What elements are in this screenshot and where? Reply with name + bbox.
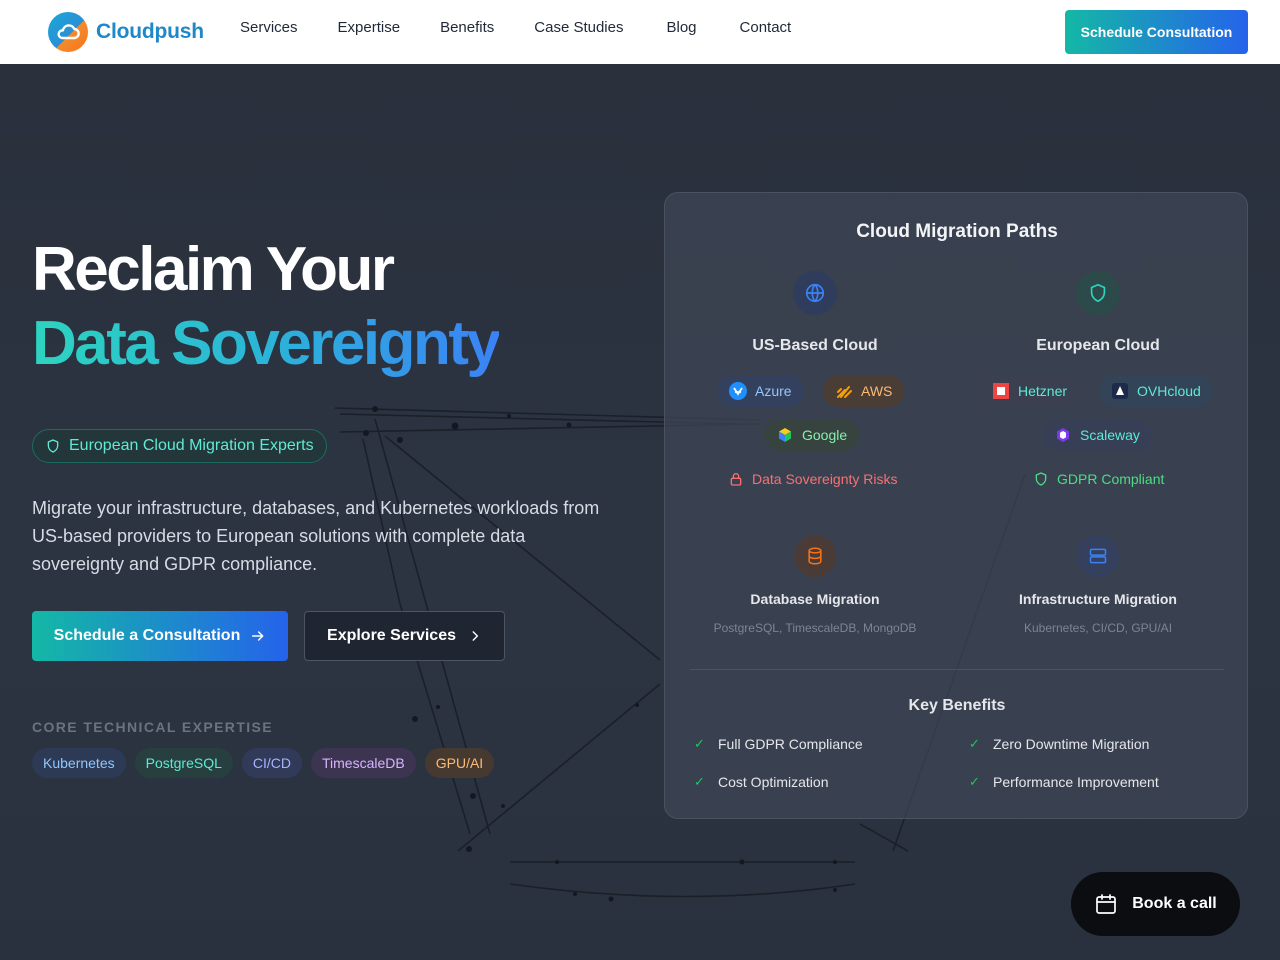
benefit-item: ✓ Zero Downtime Migration bbox=[969, 736, 1149, 752]
us-cloud-title: US-Based Cloud bbox=[752, 337, 878, 354]
nav-link-contact[interactable]: Contact bbox=[740, 19, 792, 36]
shield-check-icon bbox=[1033, 471, 1049, 487]
benefit-item: ✓ Performance Improvement bbox=[969, 774, 1159, 790]
provider-azure-label: Azure bbox=[755, 383, 792, 399]
provider-ovhcloud-label: OVHcloud bbox=[1137, 383, 1201, 399]
scaleway-icon bbox=[1054, 426, 1072, 444]
card-divider bbox=[690, 669, 1224, 670]
explore-services-button[interactable]: Explore Services bbox=[304, 611, 505, 661]
provider-ovhcloud: OVHcloud bbox=[1099, 375, 1213, 407]
us-status: Data Sovereignty Risks bbox=[728, 469, 898, 489]
infrastructure-migration-subtitle: Kubernetes, CI/CD, GPU/AI bbox=[1023, 621, 1173, 635]
chip-gpu-ai: GPU/AI bbox=[424, 748, 495, 778]
provider-azure: Azure bbox=[717, 375, 804, 407]
experts-badge: European Cloud Migration Experts bbox=[32, 429, 327, 463]
brand-logo[interactable]: Cloudpush bbox=[48, 12, 204, 52]
chip-kubernetes: Kubernetes bbox=[32, 748, 126, 778]
chip-timescaledb: TimescaleDB bbox=[311, 748, 416, 778]
check-icon: ✓ bbox=[969, 774, 980, 789]
provider-aws-label: AWS bbox=[861, 383, 893, 399]
provider-google: Google bbox=[764, 419, 860, 451]
top-navbar: Cloudpush Services Expertise Benefits Ca… bbox=[0, 0, 1280, 64]
hero-title-line2: Data Sovereignty bbox=[32, 306, 501, 382]
database-icon bbox=[794, 535, 836, 577]
nav-link-services[interactable]: Services bbox=[240, 19, 298, 36]
globe-icon bbox=[793, 271, 837, 315]
benefit-label: Performance Improvement bbox=[993, 774, 1159, 790]
explore-services-label: Explore Services bbox=[327, 627, 456, 644]
shield-icon bbox=[1076, 271, 1120, 315]
benefit-item: ✓ Cost Optimization bbox=[694, 774, 828, 790]
nav-link-blog[interactable]: Blog bbox=[666, 19, 696, 36]
aws-icon bbox=[835, 382, 853, 400]
cloud-logo-icon bbox=[48, 12, 88, 52]
eu-status: GDPR Compliant bbox=[1033, 469, 1164, 489]
migration-paths-card: Cloud Migration Paths US-Based Cloud Azu… bbox=[664, 192, 1248, 819]
provider-aws: AWS bbox=[823, 375, 905, 407]
azure-icon bbox=[729, 382, 747, 400]
schedule-a-consultation-label: Schedule a Consultation bbox=[53, 627, 241, 644]
lock-icon bbox=[728, 471, 744, 487]
benefit-item: ✓ Full GDPR Compliance bbox=[694, 736, 863, 752]
chip-cicd: CI/CD bbox=[241, 748, 302, 778]
key-benefits-title: Key Benefits bbox=[908, 697, 1006, 714]
provider-hetzner: Hetzner bbox=[980, 375, 1080, 407]
nav-link-expertise[interactable]: Expertise bbox=[338, 19, 401, 36]
arrow-right-icon bbox=[250, 628, 266, 644]
check-icon: ✓ bbox=[694, 774, 705, 789]
shield-icon bbox=[45, 438, 61, 454]
eu-cloud-title: European Cloud bbox=[1036, 337, 1160, 354]
check-icon: ✓ bbox=[969, 736, 980, 751]
hero-description: Migrate your infrastructure, databases, … bbox=[32, 498, 600, 574]
infrastructure-migration-title: Infrastructure Migration bbox=[1019, 591, 1177, 607]
us-status-label: Data Sovereignty Risks bbox=[752, 471, 898, 487]
hero-title-line1: Reclaim Your bbox=[32, 235, 395, 304]
nav-links: Services Expertise Benefits Case Studies… bbox=[240, 19, 831, 36]
eu-status-label: GDPR Compliant bbox=[1057, 471, 1165, 487]
book-a-call-label: Book a call bbox=[1132, 895, 1217, 912]
provider-scaleway: Scaleway bbox=[1042, 419, 1152, 451]
provider-hetzner-label: Hetzner bbox=[1018, 383, 1068, 399]
chip-postgresql: PostgreSQL bbox=[134, 748, 233, 778]
calendar-icon bbox=[1094, 892, 1118, 916]
core-expertise-heading: CORE TECHNICAL EXPERTISE bbox=[32, 719, 274, 735]
database-migration-title: Database Migration bbox=[750, 591, 880, 607]
provider-scaleway-label: Scaleway bbox=[1080, 427, 1140, 443]
check-icon: ✓ bbox=[694, 736, 705, 751]
server-icon bbox=[1077, 535, 1119, 577]
provider-google-label: Google bbox=[802, 427, 848, 443]
hetzner-icon bbox=[992, 382, 1010, 400]
benefit-label: Cost Optimization bbox=[718, 774, 829, 790]
ovhcloud-icon bbox=[1111, 382, 1129, 400]
nav-link-benefits[interactable]: Benefits bbox=[440, 19, 494, 36]
google-cloud-icon bbox=[776, 426, 794, 444]
chevron-right-icon bbox=[468, 629, 482, 643]
card-title: Cloud Migration Paths bbox=[856, 221, 1058, 242]
schedule-a-consultation-button[interactable]: Schedule a Consultation bbox=[32, 611, 288, 661]
expertise-chips: Kubernetes PostgreSQL CI/CD TimescaleDB … bbox=[32, 748, 495, 778]
benefit-label: Zero Downtime Migration bbox=[993, 736, 1150, 752]
nav-link-case-studies[interactable]: Case Studies bbox=[534, 19, 623, 36]
book-a-call-button[interactable]: Book a call bbox=[1071, 872, 1240, 936]
database-migration-subtitle: PostgreSQL, TimescaleDB, MongoDB bbox=[713, 621, 917, 635]
brand-name: Cloudpush bbox=[96, 20, 204, 43]
benefit-label: Full GDPR Compliance bbox=[718, 736, 863, 752]
experts-badge-label: European Cloud Migration Experts bbox=[69, 437, 314, 454]
schedule-consultation-button[interactable]: Schedule Consultation bbox=[1065, 10, 1248, 54]
